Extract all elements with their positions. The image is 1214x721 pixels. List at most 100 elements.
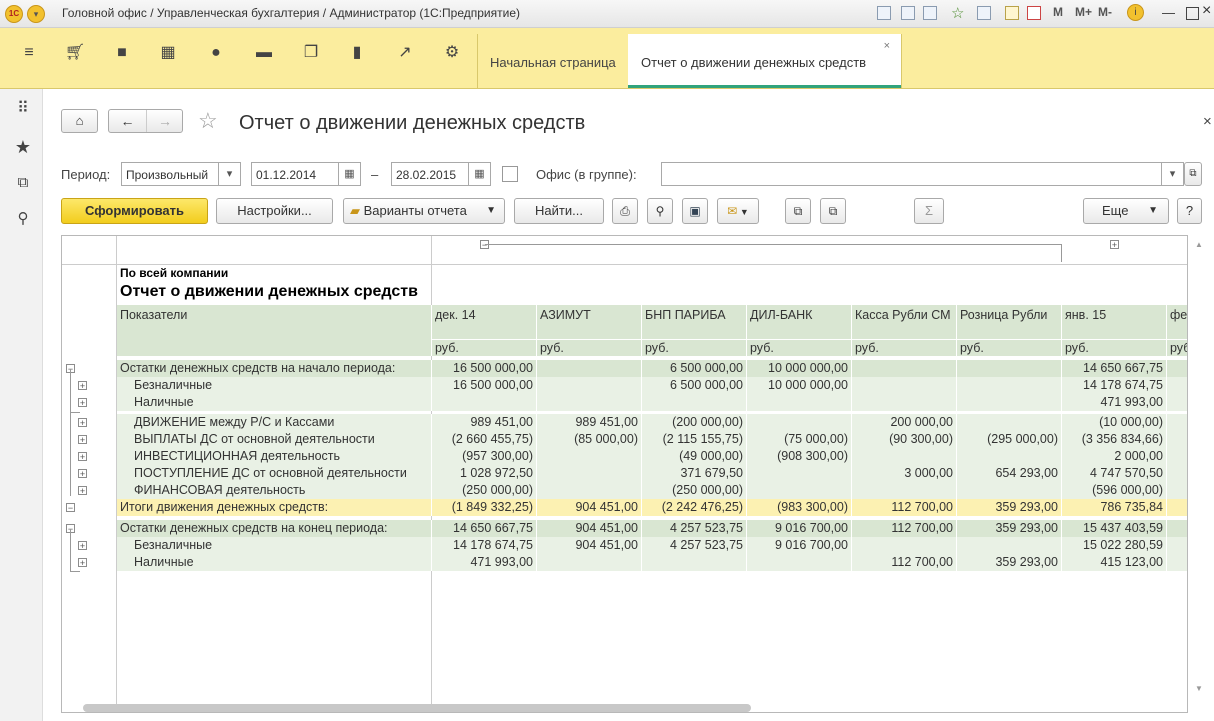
period-type-select[interactable]: Произвольный ▾ [121, 162, 241, 186]
home-button[interactable]: ⌂ [61, 109, 98, 133]
expand-row-icon[interactable]: + [78, 558, 87, 568]
forward-button[interactable]: → [146, 110, 183, 132]
table-cell: 14 178 674,75 [1083, 378, 1163, 392]
chevron-down-icon[interactable]: ▾ [218, 163, 240, 185]
print-icon[interactable]: ⎙ [612, 198, 638, 224]
print-icon[interactable] [901, 6, 915, 20]
expand-row-icon[interactable]: + [78, 381, 87, 391]
office-field[interactable]: ▾ [661, 162, 1184, 186]
calculator-icon[interactable] [1005, 6, 1019, 20]
expand-group-icon[interactable]: + [1110, 240, 1119, 250]
search-icon[interactable]: ⚲ [11, 207, 35, 231]
memory-plus-button[interactable]: M+ [1075, 5, 1092, 19]
calendar-icon[interactable]: ▦ [468, 163, 490, 185]
expand-row-icon[interactable]: + [78, 541, 87, 551]
table-cell: 112 700,00 [891, 521, 953, 535]
scroll-down-icon[interactable]: ▼ [1195, 684, 1203, 693]
1c-logo-icon[interactable]: 1C [5, 5, 23, 23]
cell-divider [1166, 360, 1167, 377]
column-unit: руб. [855, 341, 879, 355]
grid-icon[interactable]: ▦ [156, 42, 180, 64]
expand-row-icon[interactable]: + [78, 486, 87, 496]
preview-icon[interactable]: ⚲ [647, 198, 673, 224]
save-icon[interactable]: ▣ [682, 198, 708, 224]
expand-row-icon[interactable]: + [78, 398, 87, 408]
office-checkbox[interactable] [502, 166, 518, 182]
gear-icon[interactable]: ⚙ [440, 42, 464, 64]
apps-grid-icon[interactable]: ⠿ [11, 97, 35, 121]
table-cell: (2 115 155,75) [662, 432, 743, 446]
ruble-icon[interactable]: ● [204, 42, 228, 64]
bar-chart-icon[interactable]: ▮ [345, 42, 369, 64]
chevron-down-icon[interactable]: ▾ [1161, 163, 1183, 185]
window-titlebar: 1C ▾ Головной офис / Управленческая бухг… [0, 0, 1214, 28]
more-button[interactable]: Еще ▼ [1083, 198, 1169, 224]
info-icon[interactable]: i [1127, 4, 1144, 21]
table-cell: 10 000 000,00 [768, 361, 848, 375]
expand-row-icon[interactable]: + [78, 469, 87, 479]
date-from-field[interactable]: 01.12.2014 ▦ [251, 162, 361, 186]
report-variants-button[interactable]: ▰ Варианты отчета ▼ [343, 198, 505, 224]
memory-m-button[interactable]: M [1053, 5, 1063, 19]
favorites-star-icon[interactable]: ☆ [951, 4, 964, 22]
generate-button[interactable]: Сформировать [61, 198, 208, 224]
date-to-field[interactable]: 28.02.2015 ▦ [391, 162, 491, 186]
expand-row-icon[interactable]: + [78, 418, 87, 428]
table-cell: 904 451,00 [575, 500, 638, 514]
minimize-icon[interactable]: — [1162, 5, 1175, 20]
history-icon[interactable] [977, 6, 991, 20]
date-separator: – [371, 167, 379, 182]
back-button[interactable]: ← [109, 110, 146, 132]
paste-icon[interactable]: ⧉ [820, 198, 846, 224]
cell-divider [1166, 554, 1167, 571]
favorite-star-icon[interactable]: ☆ [198, 108, 218, 134]
memory-minus-button[interactable]: M- [1098, 5, 1112, 19]
cell-divider [851, 448, 852, 465]
settings-button[interactable]: Настройки... [216, 198, 333, 224]
scroll-up-icon[interactable]: ▲ [1195, 240, 1203, 249]
report-title: Отчет о движении денежных средств [120, 283, 418, 300]
horizontal-scrollbar[interactable] [83, 704, 751, 712]
row-label: Наличные [134, 555, 194, 569]
find-button[interactable]: Найти... [514, 198, 604, 224]
trend-icon[interactable]: ↗ [393, 42, 417, 64]
cart-icon[interactable]: 🛒︎ [63, 42, 87, 64]
cell-divider [1166, 537, 1167, 554]
office-label: Офис (в группе): [536, 167, 637, 182]
collapse-row-icon[interactable]: − [66, 503, 75, 513]
history-nav-icon[interactable]: ⧉ [11, 171, 35, 195]
report-spreadsheet[interactable]: − + По всей компании Отчет о движении денеж… [61, 235, 1188, 713]
truck-icon[interactable]: ▬ [252, 42, 276, 64]
table-cell: (49 000,00) [679, 449, 743, 463]
favorites-icon[interactable]: ★ [11, 135, 35, 159]
tab-home-page[interactable]: Начальная страница [477, 34, 629, 88]
help-button[interactable]: ? [1177, 198, 1202, 224]
open-office-button[interactable]: ⧉ [1184, 162, 1202, 186]
email-icon[interactable]: ✉ ▼ [717, 198, 759, 224]
expand-row-icon[interactable]: + [78, 452, 87, 462]
cell-divider [746, 414, 747, 431]
form-close-icon[interactable]: × [1203, 113, 1212, 130]
table-cell: 654 293,00 [995, 466, 1058, 480]
window-close-icon[interactable]: × [1202, 2, 1211, 20]
calendar-icon[interactable]: ▦ [338, 163, 360, 185]
maximize-icon[interactable] [1186, 7, 1199, 20]
expand-row-icon[interactable]: + [78, 435, 87, 445]
tab-cash-flow-report[interactable]: Отчет о движении денежных средств × [628, 34, 902, 88]
cell-divider [1166, 482, 1167, 499]
table-cell: 415 123,00 [1100, 555, 1163, 569]
documents-icon[interactable]: ❐ [299, 42, 323, 64]
cell-divider [536, 554, 537, 571]
save-icon[interactable] [877, 6, 891, 20]
menu-icon[interactable]: ≡ [17, 42, 41, 64]
table-cell: 16 500 000,00 [453, 378, 533, 392]
calendar-icon[interactable] [1027, 6, 1041, 20]
bag-icon[interactable]: ■ [110, 42, 134, 64]
main-menu-icon[interactable]: ▾ [27, 5, 45, 23]
row-label: Итоги движения денежных средств: [120, 500, 329, 514]
sum-button[interactable]: Σ [914, 198, 944, 224]
preview-icon[interactable] [923, 6, 937, 20]
tab-close-icon[interactable]: × [884, 40, 890, 52]
table-cell: 2 000,00 [1114, 449, 1163, 463]
copy-icon[interactable]: ⧉ [785, 198, 811, 224]
